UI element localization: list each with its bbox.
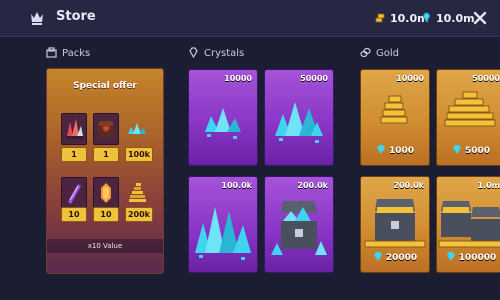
page-title: Store [56, 9, 96, 24]
gold-pack-card[interactable]: 10000 1000 [360, 69, 430, 166]
crystal-icon [376, 145, 385, 154]
gold-pack-price-value: 5000 [464, 146, 491, 156]
pack-item-scroll [61, 177, 87, 209]
crystal-pack-card[interactable]: 100.0k [188, 176, 258, 273]
crystal-pack-card[interactable]: 10000 [188, 69, 258, 166]
store-crown-icon [31, 12, 43, 25]
pack-item-orange-gem [93, 177, 119, 209]
crystal-icon [422, 12, 431, 23]
gold-section-header: Gold [360, 47, 399, 59]
crystal-pile-large-icon [195, 207, 251, 260]
gold-pack-price[interactable]: 100000 [441, 250, 500, 266]
packs-section-title: Packs [62, 48, 91, 59]
pack-item-crystals [125, 119, 149, 145]
packs-section-header: Packs [46, 47, 90, 59]
purple-scroll-icon [68, 184, 81, 204]
gold-coins-icon [129, 183, 146, 202]
crystal-icon [373, 252, 382, 261]
gold-pack-card[interactable]: 50000 5000 [436, 69, 500, 166]
gold-section-title: Gold [376, 48, 399, 59]
special-offer-title: Special offer [73, 81, 137, 91]
pack-item-qty: 200k [125, 207, 153, 222]
coins-icon [360, 47, 371, 58]
heart-chest-icon [98, 121, 114, 137]
crystal-pile-small-icon [205, 108, 241, 139]
pack-box-icon [46, 47, 57, 58]
top-bar: Store 10.0m 10.0m [0, 0, 500, 37]
gold-coin-icon [375, 13, 385, 23]
pack-item-gold [127, 181, 149, 209]
crystal-pack-card[interactable]: 200.0k [264, 176, 334, 273]
crystal-balance: 10.0m [421, 12, 475, 25]
crystal-pile-medium-icon [275, 102, 323, 143]
gold-pack-price[interactable]: 5000 [441, 143, 500, 159]
crystal-icon [446, 252, 455, 261]
pack-item-qty: 100k [125, 147, 153, 162]
pack-item-red-crystals [61, 113, 87, 145]
pack-item-qty: 1 [61, 147, 87, 162]
special-offer-pack[interactable]: Special offer 1 1 100k 10 10 200k x10 Va… [46, 68, 164, 274]
crystal-icon [452, 145, 461, 154]
crystals-section-title: Crystals [204, 48, 245, 59]
pack-item-heart-chest [93, 113, 119, 145]
gold-pack-price[interactable]: 20000 [365, 250, 425, 266]
close-icon[interactable] [473, 11, 487, 25]
crystal-icon [189, 47, 198, 58]
gold-pack-price-value: 20000 [385, 253, 418, 263]
gold-pack-card[interactable]: 1.0m 100000 [436, 176, 500, 273]
gold-pack-card[interactable]: 200.0k 20000 [360, 176, 430, 273]
pack-item-qty: 1 [93, 147, 119, 162]
red-crystal-cluster-icon [66, 119, 83, 139]
gold-pack-price-value: 100000 [458, 253, 497, 263]
orange-gem-icon [101, 183, 111, 203]
pack-item-qty: 10 [93, 207, 119, 222]
pack-value-label: x10 Value [47, 239, 163, 253]
crystal-chest-icon [271, 201, 327, 255]
crystals-icon [128, 123, 146, 134]
crystals-section-header: Crystals [188, 47, 244, 59]
pack-item-qty: 10 [61, 207, 87, 222]
gold-pack-price[interactable]: 1000 [365, 143, 425, 159]
crystal-pack-card[interactable]: 50000 [264, 69, 334, 166]
crystal-balance-value: 10.0m [436, 12, 475, 25]
gold-pack-price-value: 1000 [388, 146, 415, 156]
